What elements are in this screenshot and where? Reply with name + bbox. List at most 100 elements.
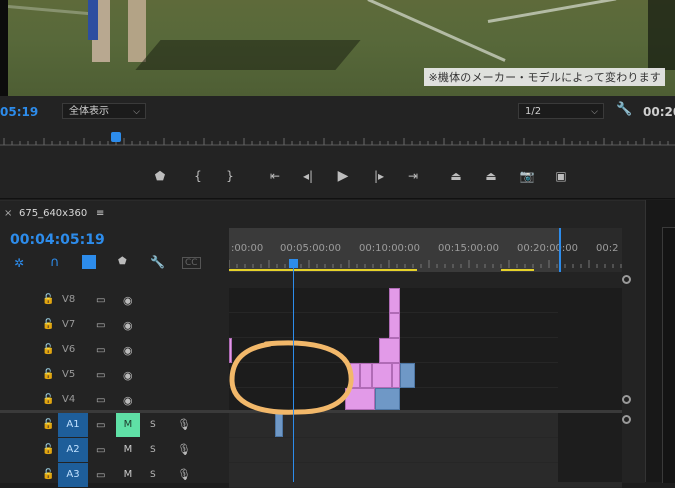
sync-lock-icon[interactable]: ▭: [96, 295, 105, 306]
video-clip[interactable]: [400, 363, 415, 388]
video-clip[interactable]: [389, 288, 400, 313]
linked-selection-icon[interactable]: [82, 255, 96, 269]
fit-zoom-select[interactable]: 全体表示 ⌵: [62, 103, 146, 119]
timeline-timecode[interactable]: 00:04:05:19: [10, 232, 105, 248]
sequence-name[interactable]: 675_640x360: [19, 208, 87, 219]
track-header-v7: 🔓 V7 ▭ ◉: [0, 313, 229, 338]
sync-lock-icon[interactable]: ▭: [96, 445, 105, 456]
lock-icon[interactable]: 🔓: [42, 469, 54, 481]
playhead-marker[interactable]: [111, 132, 121, 142]
playhead-timecode[interactable]: 05:19: [0, 105, 38, 119]
step-forward-icon[interactable]: |▸: [369, 166, 389, 186]
track-name[interactable]: V7: [62, 319, 82, 330]
scrollbar-handle[interactable]: [622, 275, 631, 284]
lock-icon[interactable]: 🔓: [42, 444, 54, 456]
step-back-icon[interactable]: ◂|: [298, 166, 318, 186]
sync-lock-icon[interactable]: ▭: [96, 320, 105, 331]
mute-button[interactable]: M: [116, 438, 140, 462]
lock-icon[interactable]: 🔓: [42, 344, 54, 356]
add-marker-icon[interactable]: ⬟: [150, 166, 170, 186]
play-icon[interactable]: ▶: [333, 166, 353, 186]
extract-icon[interactable]: ⏏: [481, 166, 501, 186]
microphone-icon[interactable]: 🎙: [177, 443, 191, 456]
mark-out-icon[interactable]: }: [220, 166, 240, 186]
eye-icon[interactable]: ◉: [123, 369, 133, 382]
ruler-label: 00:05:00:00: [280, 243, 342, 254]
video-clip[interactable]: [372, 363, 392, 388]
work-area-end-handle[interactable]: [559, 228, 561, 272]
nest-icon[interactable]: ✲: [14, 256, 24, 270]
wrench-icon[interactable]: 🔧: [150, 255, 165, 269]
ruler-labels: :00:00 00:05:00:00 00:10:00:00 00:15:00:…: [229, 243, 622, 259]
panel-menu-icon[interactable]: ≡: [96, 208, 104, 219]
chevron-down-icon: ⌵: [591, 107, 598, 117]
eye-icon[interactable]: ◉: [123, 394, 133, 407]
track-name[interactable]: V4: [62, 394, 82, 405]
person-figure: [128, 0, 146, 62]
playhead-marker[interactable]: [289, 259, 298, 268]
eye-icon[interactable]: ◉: [123, 319, 133, 332]
track-name[interactable]: V8: [62, 294, 82, 305]
snap-magnet-icon[interactable]: ∩: [50, 255, 60, 270]
comparison-view-icon[interactable]: ▣: [551, 166, 571, 186]
track-name[interactable]: A3: [58, 463, 88, 487]
playhead-line[interactable]: [293, 268, 294, 482]
bag: [88, 0, 98, 40]
transport-controls: ⬟ { } ⇤ ◂| ▶ |▸ ⇥ ⏏ ⏏ 📷 ▣: [0, 156, 675, 199]
lock-icon[interactable]: 🔓: [42, 319, 54, 331]
sync-lock-icon[interactable]: ▭: [96, 370, 105, 381]
scrollbar-handle[interactable]: [622, 415, 631, 424]
track-name[interactable]: A2: [58, 438, 88, 462]
track-header-a2: 🔓 A2 ▭ M S 🎙: [0, 438, 229, 463]
track-name[interactable]: V6: [62, 344, 82, 355]
lock-icon[interactable]: 🔓: [42, 394, 54, 406]
video-clip[interactable]: [389, 313, 400, 338]
monitor-time-ruler[interactable]: [0, 126, 675, 156]
mute-button[interactable]: M: [116, 463, 140, 487]
microphone-icon[interactable]: 🎙: [177, 418, 191, 431]
sync-lock-icon[interactable]: ▭: [96, 345, 105, 356]
playback-resolution-value: 1/2: [525, 106, 542, 117]
wrench-icon[interactable]: 🔧: [616, 102, 632, 117]
ruler-ticks: [0, 138, 675, 146]
track-header-v6: 🔓 V6 ▭ ◉: [0, 338, 229, 363]
lock-icon[interactable]: 🔓: [42, 419, 54, 431]
mute-button[interactable]: M: [116, 413, 140, 437]
captions-icon[interactable]: CC: [182, 257, 201, 269]
mark-in-icon[interactable]: {: [188, 166, 208, 186]
solo-button[interactable]: S: [150, 420, 156, 430]
chevron-down-icon: ⌵: [133, 107, 140, 117]
sync-lock-icon[interactable]: ▭: [96, 470, 105, 481]
eye-icon[interactable]: ◉: [123, 294, 133, 307]
go-to-in-icon[interactable]: ⇤: [264, 166, 286, 186]
eye-icon[interactable]: ◉: [123, 344, 133, 357]
scrollbar-handle[interactable]: [622, 395, 631, 404]
monitor-controls-bar: 05:19 全体表示 ⌵ 1/2 ⌵ 🔧 00:20: [0, 96, 675, 126]
export-frame-icon[interactable]: 📷: [517, 166, 537, 186]
lock-icon[interactable]: 🔓: [42, 294, 54, 306]
sync-lock-icon[interactable]: ▭: [96, 395, 105, 406]
track-name[interactable]: A1: [58, 413, 88, 437]
adjacent-panel: [645, 200, 675, 483]
video-clip[interactable]: [375, 388, 400, 410]
video-empty-area: [558, 288, 622, 410]
program-monitor-preview: ※機体のメーカー・モデルによって変わります: [0, 0, 675, 96]
playback-resolution-select[interactable]: 1/2 ⌵: [518, 103, 604, 119]
solo-button[interactable]: S: [150, 445, 156, 455]
microphone-icon[interactable]: 🎙: [177, 468, 191, 481]
track-header-a1: 🔓 A1 ▭ M S 🎙: [0, 413, 229, 438]
close-icon[interactable]: ×: [4, 208, 12, 219]
video-clip[interactable]: [392, 363, 400, 388]
video-clip[interactable]: [379, 338, 400, 363]
ruler-label: 00:10:00:00: [359, 243, 421, 254]
track-name[interactable]: V5: [62, 369, 82, 380]
sync-lock-icon[interactable]: ▭: [96, 420, 105, 431]
lock-icon[interactable]: 🔓: [42, 369, 54, 381]
annotation-circle: [229, 340, 354, 415]
ruler-label: 00:15:00:00: [438, 243, 500, 254]
audio-empty-area: [558, 413, 622, 482]
solo-button[interactable]: S: [150, 470, 156, 480]
go-to-out-icon[interactable]: ⇥: [402, 166, 424, 186]
lift-icon[interactable]: ⏏: [446, 166, 466, 186]
add-marker-icon[interactable]: ⬟: [118, 256, 127, 267]
